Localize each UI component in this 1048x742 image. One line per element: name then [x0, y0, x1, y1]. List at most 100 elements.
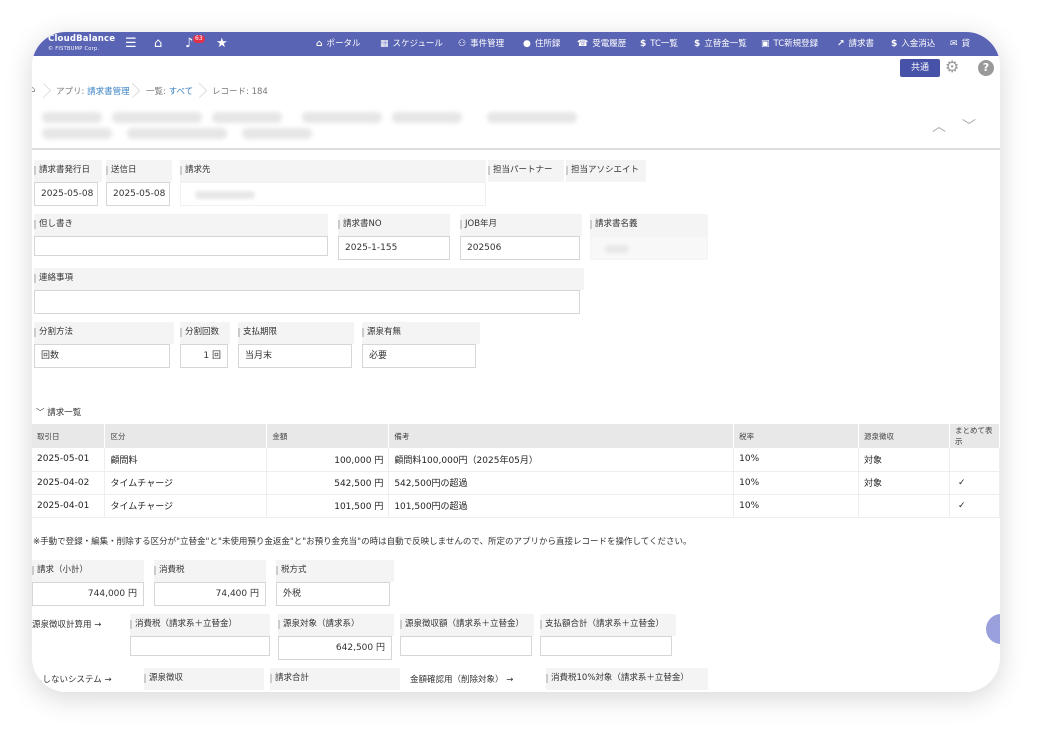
cell-date: 2025-04-01 — [32, 494, 106, 518]
redacted-block — [42, 128, 112, 139]
due-field[interactable]: 当月末 — [238, 344, 352, 368]
column-header: 源泉徴収 — [858, 424, 950, 448]
chart-line-icon: ↗ — [837, 39, 845, 49]
dollar-icon: $ — [891, 39, 898, 49]
withholding-flag-field[interactable]: 必要 — [362, 344, 476, 368]
invoice-name-label: 請求書名義 — [590, 214, 708, 236]
nav-item-tc-new[interactable]: ▣ TC新規登録 — [761, 32, 818, 56]
due-label: 支払期限 — [238, 322, 354, 344]
contact-field[interactable] — [34, 290, 580, 314]
table-row[interactable]: 2025-04-01 タイムチャージ 101,500 円 101,500円の超過… — [32, 494, 1000, 518]
cell-category: 顧問料 — [104, 448, 268, 472]
billing-to-field[interactable] — [180, 182, 486, 206]
notification-badge: 63 — [193, 35, 205, 43]
cell-date: 2025-05-01 — [32, 448, 106, 472]
breadcrumb-list-link[interactable]: すべて — [169, 87, 194, 97]
chevron-down-icon: ﹀ — [36, 408, 45, 418]
memo-label: 但し書き — [34, 214, 328, 236]
column-header: 税率 — [733, 424, 860, 448]
memo-field[interactable] — [34, 236, 328, 256]
nav-item-case-management[interactable]: ⚇ 事件管理 — [458, 32, 504, 56]
send-date-field[interactable]: 2025-05-08 — [106, 182, 170, 206]
header-divider — [32, 148, 1000, 150]
chevron-down-icon[interactable]: ﹀ — [962, 116, 976, 136]
table-header-row: 取引日 区分 金額 備考 税率 源泉徴収 まとめて表示 — [32, 424, 1000, 448]
breadcrumb-app-link[interactable]: 請求書管理 — [87, 87, 130, 97]
breadcrumb-separator — [199, 78, 200, 104]
share-button[interactable]: 共通 — [900, 59, 940, 77]
redacted-block — [42, 112, 102, 123]
issue-date-field[interactable]: 2025-05-08 — [34, 182, 98, 206]
invoice-no-field[interactable]: 2025-1-155 — [338, 236, 450, 260]
breadcrumb-app-prefix: アプリ: — [56, 87, 88, 97]
nav-item-label: TC一覧 — [650, 39, 678, 49]
split-count-field[interactable]: 1 回 — [180, 344, 228, 368]
job-month-field[interactable]: 202506 — [460, 236, 580, 260]
nav-item-tc-list[interactable]: $ TC一覧 — [640, 32, 678, 56]
help-icon[interactable]: ? — [978, 60, 994, 76]
issue-date-label: 請求書発行日 — [34, 160, 102, 182]
nav-item-label: 事件管理 — [470, 39, 505, 49]
split-method-field[interactable]: 回数 — [34, 344, 170, 368]
breadcrumb-list: 一覧: すべて — [146, 85, 193, 97]
job-month-label: JOB年月 — [460, 214, 582, 236]
billing-total-label: 請求合計 — [270, 668, 400, 690]
chevron-up-icon[interactable]: ︿ — [932, 116, 946, 136]
cell-withholding: 対象 — [858, 471, 950, 495]
breadcrumb-record: レコード: 184 — [212, 87, 268, 97]
calc-total-label: 支払額合計（請求系＋立替金） — [540, 614, 676, 636]
nav-item-portal[interactable]: ⌂ ポータル — [316, 32, 360, 56]
subtotal-field[interactable]: 744,000 円 — [32, 582, 144, 606]
invoice-no-label: 請求書NO — [338, 214, 450, 236]
floating-action-button[interactable] — [986, 614, 1000, 644]
calc-amount-field[interactable] — [400, 636, 532, 656]
cell-tax: 10% — [733, 494, 860, 518]
nav-item-more[interactable]: ✉ 貸 — [950, 32, 970, 56]
brand-name: CloudBalance — [48, 34, 116, 44]
nav-item-invoice[interactable]: ↗ 請求書 — [837, 32, 874, 56]
calc-total-field[interactable] — [540, 636, 672, 656]
withholding-calc-row-label: 源泉徴収計算用 → — [32, 620, 102, 630]
cell-category: タイムチャージ — [104, 471, 268, 495]
nav-item-call-history[interactable]: ☎ 受電履歴 — [577, 32, 626, 56]
column-header: 金額 — [266, 424, 390, 448]
nav-item-label: 受電履歴 — [592, 39, 627, 49]
briefcase-icon: ▣ — [761, 39, 770, 49]
invoice-name-field[interactable] — [590, 236, 708, 260]
nav-item-payment-reconcile[interactable]: $ 入金消込 — [891, 32, 935, 56]
tax-method-field[interactable]: 外税 — [276, 582, 390, 606]
cell-note: 101,500円の超過 — [388, 494, 735, 518]
home-icon[interactable]: ⌂ — [154, 35, 162, 53]
billing-list-title[interactable]: ﹀ 請求一覧 — [36, 406, 81, 418]
redacted-block — [212, 112, 282, 123]
nav-item-label: 請求書 — [848, 39, 875, 49]
tax-label: 消費税 — [154, 560, 266, 582]
sitemap-icon: ⚇ — [458, 39, 467, 49]
tax-field[interactable]: 74,400 円 — [154, 582, 266, 606]
table-row[interactable]: 2025-05-01 顧問料 100,000 円 顧問料100,000円（202… — [32, 448, 1000, 472]
cell-grouped — [949, 448, 1000, 472]
cell-note: 顧問料100,000円（2025年05月） — [388, 448, 735, 472]
split-count-label: 分割回数 — [180, 322, 230, 344]
redacted-text — [605, 245, 629, 253]
calc-tax-field[interactable] — [130, 636, 270, 656]
amount-confirm-row-label: 金額確認用（削除対象） → — [410, 675, 514, 685]
phone-icon: ☎ — [577, 39, 589, 49]
user-icon: ● — [523, 39, 531, 49]
billing-table: 取引日 区分 金額 備考 税率 源泉徴収 まとめて表示 2025-05-01 顧… — [32, 424, 1000, 518]
nav-item-label: ポータル — [326, 39, 361, 49]
gear-icon[interactable]: ⚙ — [945, 57, 959, 76]
nav-item-address-book[interactable]: ● 住所録 — [523, 32, 560, 56]
redacted-block — [127, 128, 227, 139]
cell-amount: 100,000 円 — [266, 448, 390, 472]
star-icon[interactable]: ★ — [216, 35, 228, 53]
cell-date: 2025-04-02 — [32, 471, 106, 495]
redacted-block — [112, 112, 202, 123]
nav-item-schedule[interactable]: ▦ スケジュール — [380, 32, 443, 56]
nav-item-advance-list[interactable]: $ 立替金一覧 — [694, 32, 747, 56]
brand-logo[interactable]: CloudBalance © FISTBUMP Corp. — [48, 34, 115, 54]
send-date-label: 送信日 — [106, 160, 172, 182]
calc-target-field[interactable]: 642,500 円 — [278, 636, 392, 660]
hamburger-menu-icon[interactable]: ☰ — [125, 35, 137, 53]
table-row[interactable]: 2025-04-02 タイムチャージ 542,500 円 542,500円の超過… — [32, 471, 1000, 495]
